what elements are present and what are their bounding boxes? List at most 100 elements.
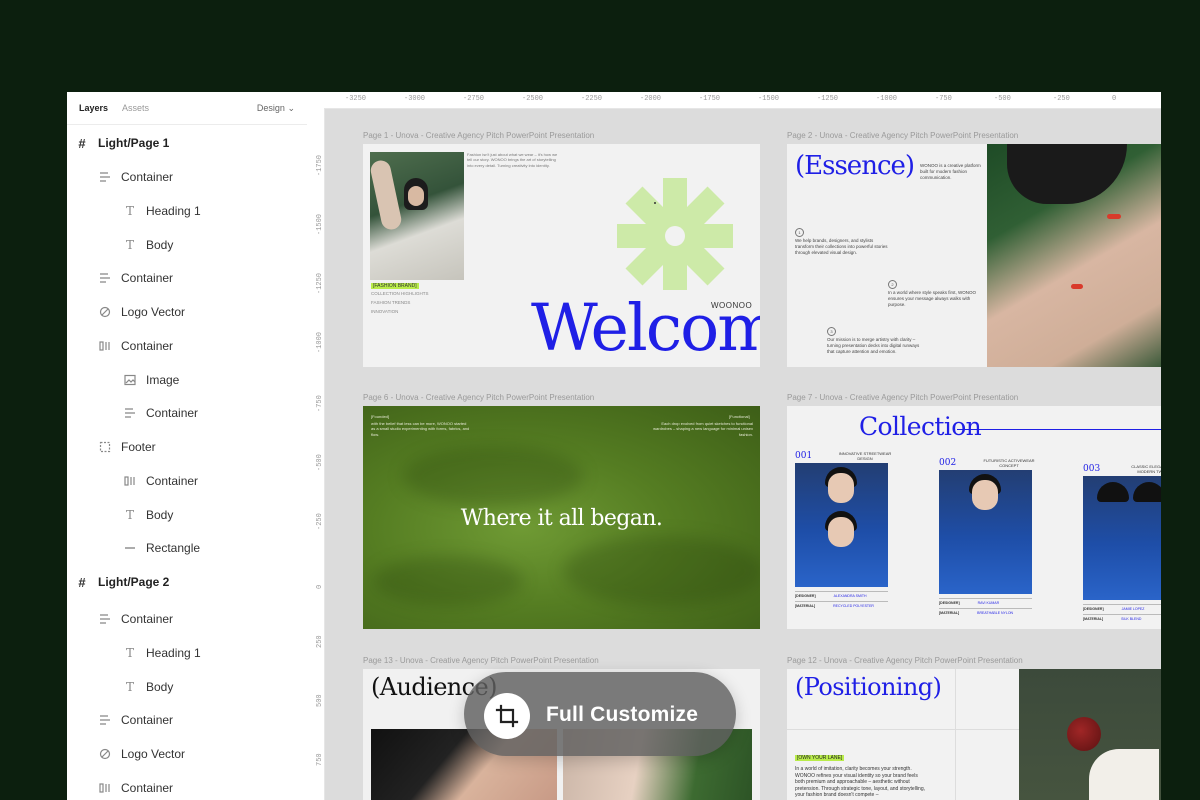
fabric-fold — [373, 556, 523, 606]
material-name: RECYCLED POLYESTER — [833, 604, 874, 608]
layer-row[interactable]: Container — [67, 267, 338, 289]
slide-page-2[interactable]: (Essence) WONOO is a creative platform b… — [787, 144, 1161, 367]
material-label: [MATERIAL] — [939, 611, 960, 615]
ruler-tick: -2250 — [581, 95, 603, 103]
item-number: 001 — [795, 451, 813, 461]
layer-label: Logo Vector — [121, 305, 186, 319]
container-icon — [98, 612, 112, 626]
functional-label: [Functional] — [729, 414, 750, 419]
layer-row[interactable]: Container — [67, 777, 338, 799]
ruler-tick: -1500 — [316, 213, 324, 235]
tab-assets[interactable]: Assets — [122, 103, 149, 113]
slide-page-12[interactable]: (Positioning) [OWN YOUR LANE] In a world… — [787, 669, 1161, 800]
collection-heading: Collection — [859, 412, 982, 441]
layers-panel: Layers Assets Design ⌄ # Light/Page 1 Cont… — [67, 92, 308, 800]
layer-label: Container — [121, 339, 174, 353]
ruler-tick: 250 — [316, 635, 324, 648]
collection-photo — [1083, 476, 1161, 600]
layer-label: Body — [146, 238, 174, 252]
layer-row[interactable]: Container — [67, 166, 338, 188]
material-row: [MATERIAL] SILK BLEND — [1083, 614, 1161, 621]
design-dropdown[interactable]: Design ⌄ — [257, 103, 295, 114]
model-photo — [368, 152, 464, 280]
hand — [1089, 749, 1159, 800]
layer-row[interactable]: Logo Vector — [67, 743, 338, 765]
list-item: INNOVATION — [371, 309, 399, 314]
frame-label-page-12[interactable]: Page 12 - Unova - Creative Agency Pitch … — [787, 656, 1023, 665]
ruler-tick: -1000 — [876, 95, 898, 103]
ruler-tick: -750 — [935, 95, 952, 103]
ruler-tick: -750 — [316, 395, 324, 412]
layer-label: Footer — [121, 440, 156, 454]
layer-label: Light/Page 1 — [98, 136, 170, 150]
crop-icon — [484, 693, 530, 739]
designer-row: [DESIGNER] JAMIE LOPEZ — [1083, 604, 1161, 611]
ruler-tick: 750 — [316, 753, 324, 766]
layer-label: Container — [121, 271, 174, 285]
item-description: FUTURISTIC ACTIVEWEAR CONCEPT — [983, 458, 1035, 468]
model-lying-photo — [987, 144, 1161, 367]
material-label: [MATERIAL] — [1083, 617, 1104, 621]
ruler-tick: -250 — [1053, 95, 1070, 103]
container-icon — [123, 406, 137, 420]
heading-rule — [957, 429, 1161, 430]
founded-label: [Founded] — [371, 414, 390, 419]
grid-line — [787, 729, 1019, 730]
layer-row[interactable]: # Light/Page 2 — [67, 571, 315, 593]
text-icon: T — [125, 646, 134, 660]
model-lips — [1107, 214, 1121, 219]
point-text: In a world where style speaks first, WON… — [888, 290, 977, 307]
layer-label: Logo Vector — [121, 747, 186, 761]
asterisk-logo-icon — [617, 178, 733, 290]
positioning-heading: (Positioning) — [795, 673, 942, 701]
layer-row[interactable]: Container — [67, 335, 338, 357]
slide-page-6[interactable]: [Founded] with the belief that less can … — [363, 406, 760, 629]
ruler-tick: -3000 — [404, 95, 426, 103]
ruler-tick: -1250 — [817, 95, 839, 103]
ruler-tick: -1750 — [699, 95, 721, 103]
layer-label: Body — [146, 680, 174, 694]
line-icon — [123, 541, 137, 555]
point-number: 1 — [795, 228, 804, 237]
vector-icon — [98, 305, 112, 319]
layer-label: Container — [121, 713, 174, 727]
positioning-body: In a world of imitation, clarity becomes… — [795, 766, 925, 798]
columns-icon — [123, 474, 137, 488]
frame-label-page-1[interactable]: Page 1 - Unova - Creative Agency Pitch P… — [363, 131, 594, 140]
frame-icon: # — [78, 135, 86, 151]
chevron-down-icon: ⌄ — [287, 103, 295, 113]
slide-page-1[interactable]: Fashion isn't just about what we wear – … — [363, 144, 760, 367]
welcome-heading: Welcome — [531, 291, 760, 366]
designer-label: [DESIGNER] — [939, 601, 960, 605]
layer-row[interactable]: Footer — [67, 436, 338, 458]
layer-row[interactable]: Container — [67, 608, 338, 630]
text-icon: T — [125, 680, 134, 694]
point-number: 2 — [888, 280, 897, 289]
tab-layers[interactable]: Layers — [79, 103, 108, 113]
designer-row: [DESIGNER] RAVI KUMAR — [939, 598, 1032, 605]
material-row: [MATERIAL] RECYCLED POLYESTER — [795, 601, 888, 608]
layer-label: Heading 1 — [146, 204, 201, 218]
ruler-tick: -250 — [316, 513, 324, 530]
list-item: COLLECTION HIGHLIGHTS — [371, 291, 429, 296]
frame-label-page-6[interactable]: Page 6 - Unova - Creative Agency Pitch P… — [363, 393, 594, 402]
model-hair — [1097, 482, 1129, 502]
layer-row[interactable]: Logo Vector — [67, 301, 338, 323]
layer-row[interactable]: Container — [67, 709, 338, 731]
slide-page-7[interactable]: Collection 001 INNOVATIVE STREETWEAR DES… — [787, 406, 1161, 629]
ruler-tick: -1250 — [316, 272, 324, 294]
collection-photo — [795, 463, 888, 587]
frame-label-page-7[interactable]: Page 7 - Unova - Creative Agency Pitch P… — [787, 393, 1018, 402]
text-icon: T — [125, 238, 134, 252]
ruler-tick: -2000 — [640, 95, 662, 103]
frame-label-page-2[interactable]: Page 2 - Unova - Creative Agency Pitch P… — [787, 131, 1018, 140]
designer-name: ALEXANDRA SMITH — [833, 594, 867, 598]
ruler-tick: -1750 — [316, 154, 324, 176]
frame-label-page-13[interactable]: Page 13 - Unova - Creative Agency Pitch … — [363, 656, 599, 665]
layer-row[interactable]: # Light/Page 1 — [67, 132, 315, 154]
list-item: FASHION TRENDS — [371, 300, 411, 305]
ruler-left: -1750 -1500 -1250 -1000 -750 -500 -250 0 250 500 7… — [307, 108, 325, 800]
full-customize-button[interactable]: Full Customize — [464, 672, 736, 756]
layer-label: Light/Page 2 — [98, 575, 170, 589]
ruler-tick: -2750 — [463, 95, 485, 103]
